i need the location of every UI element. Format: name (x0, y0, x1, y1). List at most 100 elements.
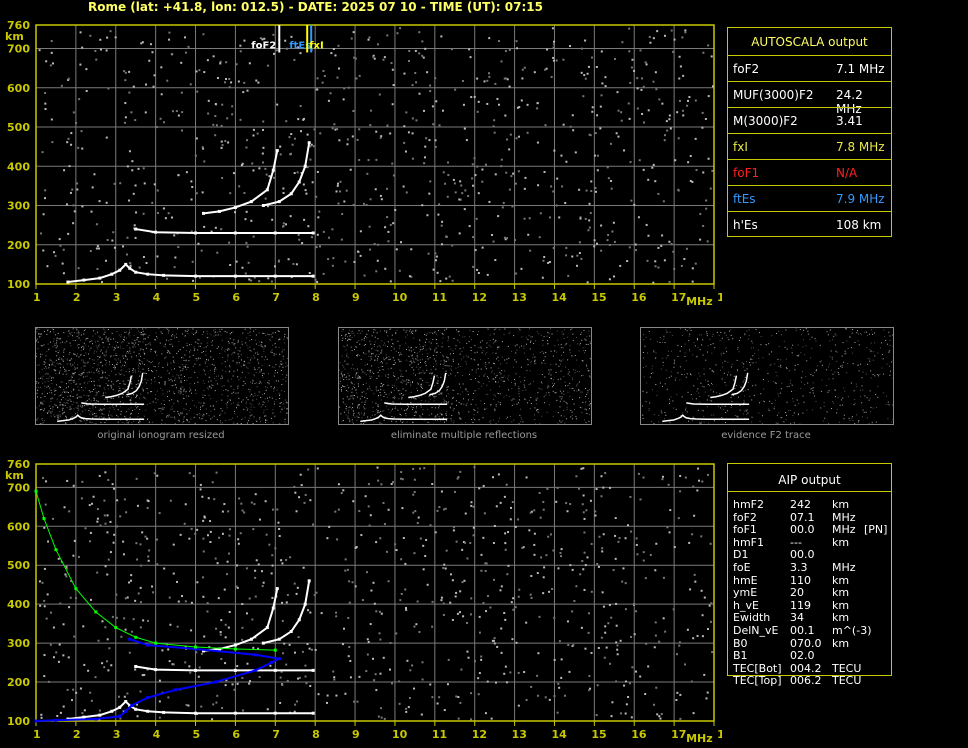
thumb-noise (129, 347, 131, 349)
thumb-noise (707, 351, 709, 353)
thumb-noise (428, 423, 430, 424)
thumb-noise (727, 410, 729, 412)
thumb-noise (265, 334, 267, 336)
thumb-noise (713, 371, 715, 373)
thumb-noise (112, 405, 114, 407)
thumb-noise (168, 372, 170, 374)
thumb-noise (467, 356, 469, 358)
thumb-noise (56, 345, 58, 347)
thumb-noise (700, 382, 702, 384)
thumb-noise (127, 391, 129, 393)
thumb-noise (470, 403, 472, 405)
thumb-noise (255, 334, 257, 336)
thumb-noise (170, 362, 172, 364)
noise-dot (245, 210, 248, 213)
thumb-noise (70, 377, 72, 379)
thumb-noise (689, 372, 691, 374)
thumb-noise (668, 421, 670, 423)
thumb-noise (68, 379, 70, 381)
thumb-noise (40, 345, 42, 347)
thumb-noise (789, 409, 791, 411)
thumb-noise (371, 414, 373, 416)
thumb-noise (813, 395, 815, 397)
thumb-noise (266, 333, 268, 335)
thumb-noise (58, 416, 60, 418)
thumb-noise (185, 391, 187, 393)
thumb-noise (50, 407, 52, 409)
thumb-noise (189, 344, 191, 346)
thumb-noise (37, 417, 39, 419)
thumb-noise (104, 331, 106, 333)
thumb-noise (458, 413, 460, 415)
thumb-noise (752, 362, 754, 364)
thumb-noise (203, 347, 205, 349)
thumb-noise (66, 391, 68, 393)
x-tick-label: 12 (472, 291, 487, 304)
thumb-noise (192, 354, 194, 356)
thumb-noise (406, 379, 408, 381)
thumb-noise (249, 403, 251, 405)
thumb-noise (93, 330, 95, 332)
thumb-noise (583, 349, 585, 351)
thumb-noise (64, 348, 66, 350)
noise-dot (637, 216, 640, 219)
thumb-noise (506, 377, 508, 379)
thumb-noise (243, 408, 245, 410)
thumb-noise (840, 399, 842, 401)
noise-dot (594, 132, 597, 135)
thumb-noise (665, 329, 667, 331)
thumb-noise (226, 404, 228, 406)
thumb-noise (151, 391, 153, 393)
thumb-noise (780, 334, 782, 336)
thumb-noise (142, 341, 144, 343)
thumb-noise (579, 343, 581, 345)
thumb-noise (550, 369, 552, 371)
noise-dot (474, 174, 477, 177)
thumb-noise (211, 384, 213, 386)
noise-dot (369, 124, 372, 127)
thumb-noise (874, 355, 876, 357)
thumb-noise (480, 359, 482, 361)
noise-dot (488, 200, 491, 203)
thumb-noise (419, 340, 421, 342)
thumb-noise (100, 377, 102, 379)
thumb-noise (874, 375, 876, 377)
thumb-noise (234, 410, 236, 412)
thumb-noise (589, 376, 591, 378)
thumb-noise (855, 383, 857, 385)
thumb-noise (444, 400, 446, 402)
thumb-noise (743, 401, 745, 403)
thumb-noise (858, 344, 860, 346)
thumb-noise (413, 360, 415, 362)
thumb-noise (187, 366, 189, 368)
noise-dot (402, 185, 405, 188)
thumb-noise (365, 374, 367, 376)
thumb-noise (342, 385, 344, 387)
thumb-noise (435, 355, 437, 357)
thumb-noise (119, 405, 121, 407)
thumb-noise (382, 385, 384, 387)
thumb-noise (261, 364, 263, 366)
thumb-noise (374, 341, 376, 343)
thumb-noise (497, 348, 499, 350)
noise-dot (447, 174, 450, 177)
noise-dot (645, 63, 648, 66)
noise-dot (66, 141, 69, 144)
noise-dot (323, 74, 326, 77)
thumb-noise (182, 364, 184, 366)
thumb-noise (139, 355, 141, 357)
thumb-noise (405, 342, 407, 344)
thumb-noise (251, 414, 253, 416)
noise-dot (639, 49, 642, 52)
thumb-noise (140, 393, 142, 395)
thumb-noise (405, 380, 407, 382)
thumb-noise (124, 388, 126, 390)
thumb-noise (120, 347, 122, 349)
thumb-noise (95, 333, 97, 335)
noise-dot (375, 130, 378, 133)
thumb-noise (493, 363, 495, 365)
noise-dot (125, 253, 128, 256)
noise-dot (228, 241, 231, 244)
thumb-noise (183, 420, 185, 422)
thumb-noise (494, 395, 496, 397)
